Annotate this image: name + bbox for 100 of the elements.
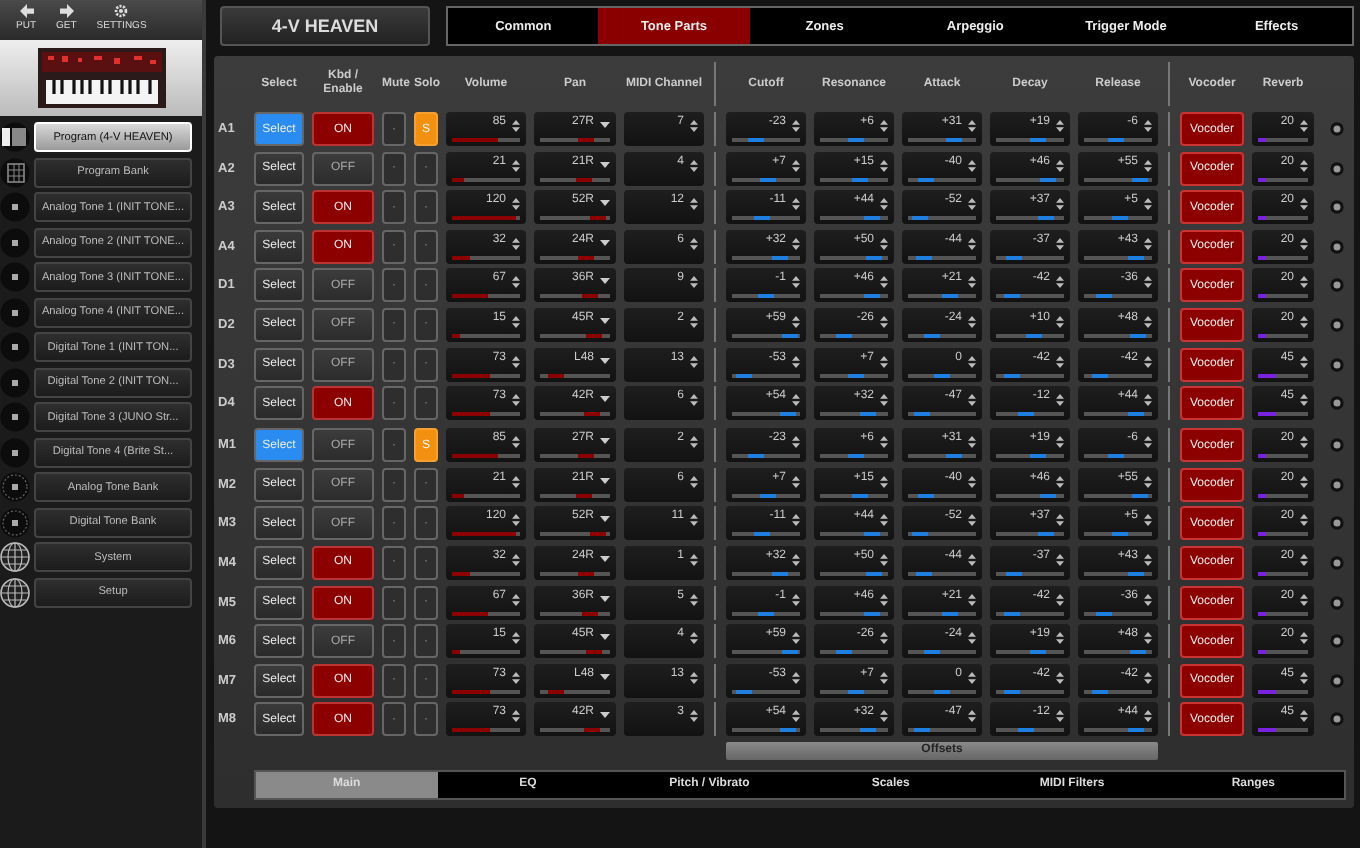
- caret-icon[interactable]: [600, 317, 610, 326]
- spin-arrows-icon[interactable]: [512, 120, 520, 132]
- spin-arrows-icon[interactable]: [690, 593, 698, 606]
- spin-arrows-icon[interactable]: [880, 553, 888, 566]
- spin-arrows-icon[interactable]: [1300, 553, 1308, 566]
- spin-arrows-icon[interactable]: [968, 159, 976, 172]
- spin-arrows-icon[interactable]: [512, 315, 520, 328]
- spin-arrows-icon[interactable]: [792, 237, 800, 250]
- spin-arrows-icon[interactable]: [1300, 198, 1308, 211]
- caret-icon[interactable]: [600, 239, 610, 248]
- spin-arrows-icon[interactable]: [1144, 632, 1152, 645]
- spin-arrows-icon[interactable]: [512, 436, 520, 449]
- spin-arrows-icon[interactable]: [880, 198, 888, 211]
- spin-arrows-icon[interactable]: [880, 514, 888, 527]
- spin-arrows-icon[interactable]: [792, 632, 800, 645]
- spin-arrows-icon[interactable]: [968, 315, 976, 328]
- spin-arrows-icon[interactable]: [1056, 632, 1064, 645]
- spin-arrows-icon[interactable]: [1144, 198, 1152, 211]
- caret-icon[interactable]: [600, 595, 610, 604]
- caret-icon[interactable]: [600, 477, 610, 486]
- spin-arrows-icon[interactable]: [792, 553, 800, 566]
- spin-arrows-icon[interactable]: [1056, 710, 1064, 723]
- spin-arrows-icon[interactable]: [690, 355, 698, 368]
- spin-arrows-icon[interactable]: [1056, 475, 1064, 488]
- spin-arrows-icon[interactable]: [1300, 475, 1308, 488]
- knob-icon[interactable]: [1329, 595, 1343, 610]
- caret-icon[interactable]: [600, 122, 610, 130]
- spin-arrows-icon[interactable]: [792, 355, 800, 368]
- spin-arrows-icon[interactable]: [880, 593, 888, 606]
- knob-icon[interactable]: [1329, 317, 1343, 332]
- spin-arrows-icon[interactable]: [1056, 436, 1064, 449]
- knob-icon[interactable]: [1329, 516, 1343, 531]
- spin-arrows-icon[interactable]: [690, 315, 698, 328]
- spin-arrows-icon[interactable]: [690, 159, 698, 172]
- spin-arrows-icon[interactable]: [512, 475, 520, 488]
- spin-arrows-icon[interactable]: [880, 394, 888, 407]
- spin-arrows-icon[interactable]: [792, 671, 800, 684]
- spin-arrows-icon[interactable]: [792, 120, 800, 132]
- spin-arrows-icon[interactable]: [690, 632, 698, 645]
- spin-arrows-icon[interactable]: [1300, 394, 1308, 407]
- spin-arrows-icon[interactable]: [968, 120, 976, 132]
- spin-arrows-icon[interactable]: [968, 198, 976, 211]
- spin-arrows-icon[interactable]: [792, 593, 800, 606]
- spin-arrows-icon[interactable]: [792, 436, 800, 449]
- caret-icon[interactable]: [600, 161, 610, 170]
- spin-arrows-icon[interactable]: [1144, 710, 1152, 723]
- spin-arrows-icon[interactable]: [690, 671, 698, 684]
- spin-arrows-icon[interactable]: [690, 394, 698, 407]
- caret-icon[interactable]: [600, 278, 610, 287]
- knob-icon[interactable]: [1329, 712, 1343, 727]
- spin-arrows-icon[interactable]: [512, 593, 520, 606]
- spin-arrows-icon[interactable]: [1056, 159, 1064, 172]
- spin-arrows-icon[interactable]: [880, 632, 888, 645]
- spin-arrows-icon[interactable]: [968, 237, 976, 250]
- spin-arrows-icon[interactable]: [1056, 276, 1064, 289]
- spin-arrows-icon[interactable]: [1300, 120, 1308, 132]
- spin-arrows-icon[interactable]: [1144, 671, 1152, 684]
- spin-arrows-icon[interactable]: [690, 475, 698, 488]
- spin-arrows-icon[interactable]: [1300, 315, 1308, 328]
- spin-arrows-icon[interactable]: [512, 632, 520, 645]
- spin-arrows-icon[interactable]: [1056, 394, 1064, 407]
- spin-arrows-icon[interactable]: [1300, 632, 1308, 645]
- knob-icon[interactable]: [1329, 673, 1343, 688]
- spin-arrows-icon[interactable]: [1144, 593, 1152, 606]
- spin-arrows-icon[interactable]: [512, 394, 520, 407]
- spin-arrows-icon[interactable]: [1056, 198, 1064, 211]
- spin-arrows-icon[interactable]: [512, 198, 520, 211]
- spin-arrows-icon[interactable]: [512, 159, 520, 172]
- spin-arrows-icon[interactable]: [880, 120, 888, 132]
- spin-arrows-icon[interactable]: [1144, 355, 1152, 368]
- spin-arrows-icon[interactable]: [1056, 355, 1064, 368]
- spin-arrows-icon[interactable]: [1300, 355, 1308, 368]
- spin-arrows-icon[interactable]: [792, 159, 800, 172]
- spin-arrows-icon[interactable]: [512, 276, 520, 289]
- spin-arrows-icon[interactable]: [880, 315, 888, 328]
- knob-icon[interactable]: [1329, 278, 1343, 293]
- spin-arrows-icon[interactable]: [512, 355, 520, 368]
- spin-arrows-icon[interactable]: [1144, 120, 1152, 132]
- spin-arrows-icon[interactable]: [512, 671, 520, 684]
- spin-arrows-icon[interactable]: [1300, 593, 1308, 606]
- spin-arrows-icon[interactable]: [690, 514, 698, 527]
- spin-arrows-icon[interactable]: [1056, 514, 1064, 527]
- spin-arrows-icon[interactable]: [968, 671, 976, 684]
- spin-arrows-icon[interactable]: [792, 315, 800, 328]
- spin-arrows-icon[interactable]: [968, 710, 976, 723]
- spin-arrows-icon[interactable]: [968, 276, 976, 289]
- knob-icon[interactable]: [1329, 239, 1343, 254]
- spin-arrows-icon[interactable]: [1056, 553, 1064, 566]
- spin-arrows-icon[interactable]: [512, 553, 520, 566]
- spin-arrows-icon[interactable]: [968, 475, 976, 488]
- knob-icon[interactable]: [1329, 122, 1343, 136]
- spin-arrows-icon[interactable]: [512, 514, 520, 527]
- caret-icon[interactable]: [600, 357, 610, 366]
- spin-arrows-icon[interactable]: [792, 198, 800, 211]
- spin-arrows-icon[interactable]: [1144, 315, 1152, 328]
- spin-arrows-icon[interactable]: [1300, 276, 1308, 289]
- spin-arrows-icon[interactable]: [968, 514, 976, 527]
- spin-arrows-icon[interactable]: [1300, 710, 1308, 723]
- spin-arrows-icon[interactable]: [792, 514, 800, 527]
- spin-arrows-icon[interactable]: [968, 355, 976, 368]
